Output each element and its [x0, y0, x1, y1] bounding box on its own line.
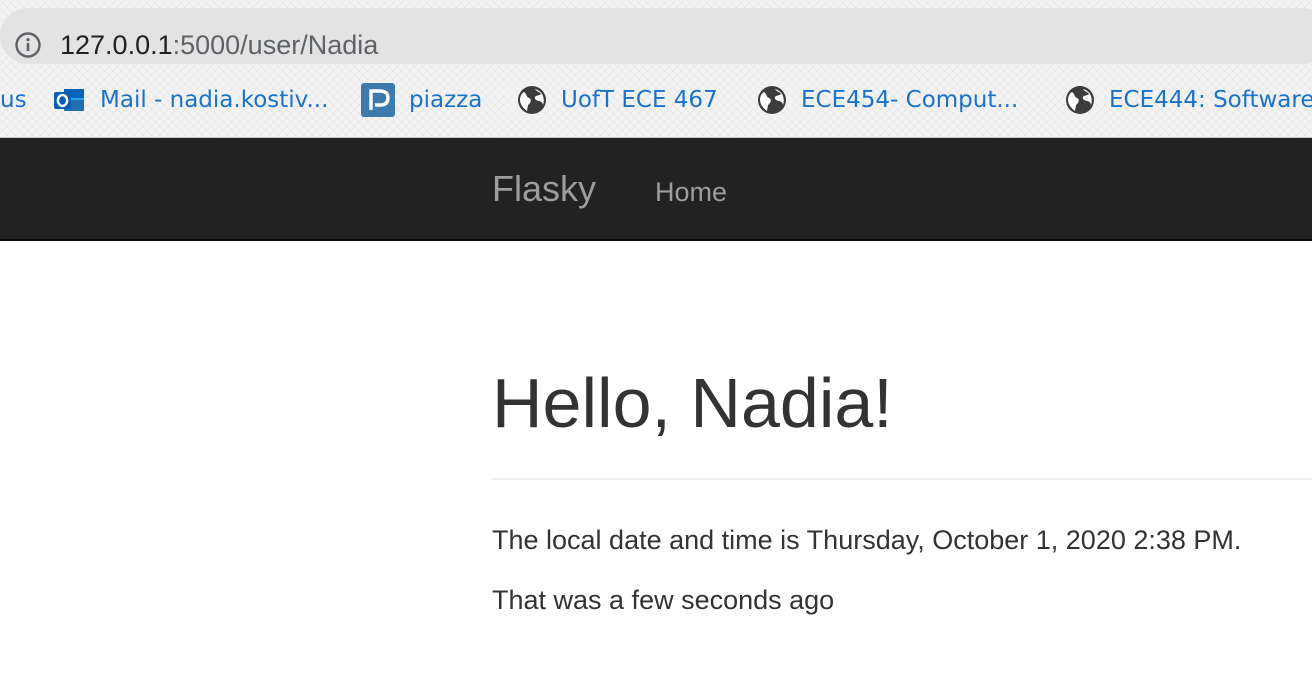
relative-time-text: That was a few seconds ago [492, 585, 835, 615]
bookmark-label: UofT ECE 467 [561, 87, 718, 113]
local-datetime-text: The local date and time is Thursday, Oct… [492, 525, 1242, 555]
nav-link-home[interactable]: Home [655, 174, 727, 210]
bookmark-label: us [0, 87, 27, 113]
heading-divider [492, 478, 1312, 480]
bookmark-label: piazza [409, 87, 483, 113]
url-text[interactable]: 127.0.0.1:5000/user/Nadia [60, 27, 378, 63]
bookmark-label: ECE454- Comput... [801, 87, 1019, 113]
outlook-icon [54, 89, 84, 111]
page-heading: Hello, Nadia! [492, 364, 893, 442]
bookmark-label: ECE444: Software [1109, 87, 1312, 113]
bookmark-us[interactable]: us [0, 78, 27, 122]
browser-chrome: 127.0.0.1:5000/user/Nadia us Mail - nadi… [0, 0, 1312, 138]
bookmark-mail[interactable]: Mail - nadia.kostiv... [52, 78, 328, 122]
bookmark-label: Mail - nadia.kostiv... [100, 87, 329, 113]
bookmark-ece454[interactable]: ECE454- Comput... [757, 78, 1018, 122]
bookmark-ece444[interactable]: ECE444: Software [1065, 78, 1312, 122]
globe-icon [1066, 86, 1094, 114]
globe-icon [758, 86, 786, 114]
globe-icon [518, 86, 546, 114]
address-bar[interactable]: 127.0.0.1:5000/user/Nadia [0, 8, 1312, 64]
piazza-icon [361, 83, 395, 117]
navbar-brand[interactable]: Flasky [492, 167, 596, 211]
info-icon[interactable] [14, 31, 42, 59]
bookmark-uoft-ece467[interactable]: UofT ECE 467 [517, 78, 718, 122]
bookmarks-bar: us Mail - nadia.kostiv... piazza UofT EC… [0, 78, 1312, 124]
bookmark-piazza[interactable]: piazza [361, 78, 482, 122]
url-path: :5000/user/Nadia [172, 30, 379, 60]
url-host: 127.0.0.1 [60, 30, 173, 60]
navbar: Flasky Home [0, 138, 1312, 241]
